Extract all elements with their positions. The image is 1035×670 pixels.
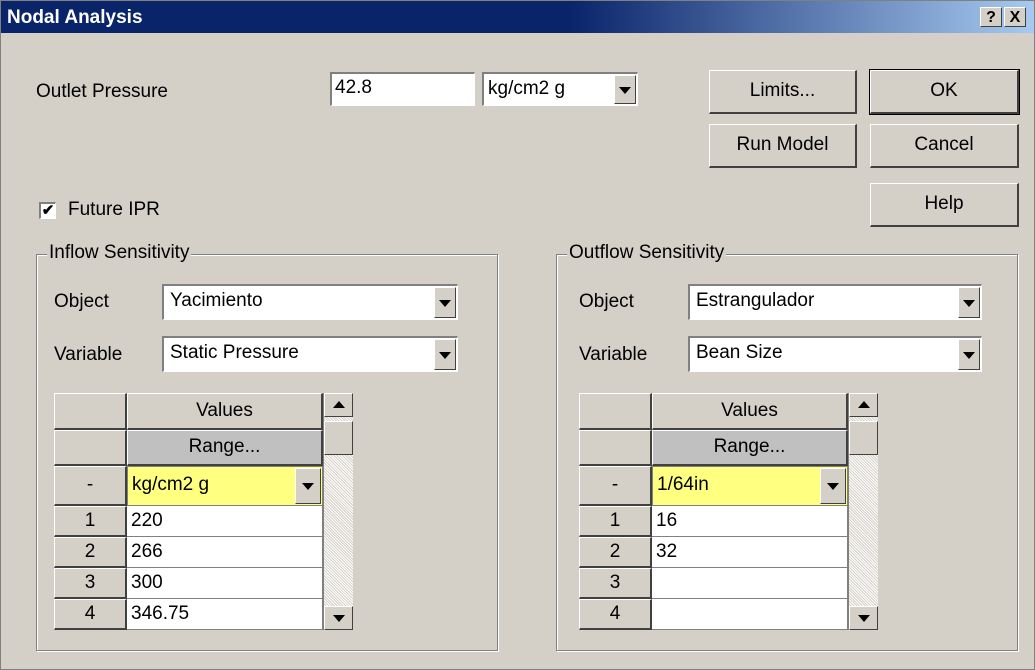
- inflow-unit-dropdown-button[interactable]: [295, 468, 321, 504]
- chevron-down-icon: [963, 299, 975, 307]
- row-number: 2: [579, 537, 652, 568]
- scroll-down-button[interactable]: [324, 606, 353, 630]
- values-column-header: Values: [652, 393, 848, 430]
- inflow-variable-select[interactable]: Static Pressure: [162, 336, 458, 372]
- chevron-down-icon: [439, 299, 451, 307]
- title-bar: Nodal Analysis ? X: [1, 1, 1034, 33]
- row-number: 1: [579, 506, 652, 537]
- outflow-object-select[interactable]: Estrangulador: [688, 284, 982, 320]
- ok-button[interactable]: OK: [869, 69, 1020, 115]
- inflow-variable-label: Variable: [54, 344, 123, 365]
- outlet-unit-value: kg/cm2 g: [488, 78, 566, 99]
- grid-row-header: [579, 430, 652, 466]
- inflow-value-cell[interactable]: 220: [127, 506, 323, 537]
- outflow-variable-dropdown-button[interactable]: [958, 339, 980, 370]
- inflow-variable-dropdown-button[interactable]: [434, 339, 456, 370]
- chevron-down-icon: [619, 86, 631, 94]
- row-number: 3: [579, 568, 652, 599]
- grid-corner-cell: [54, 393, 127, 430]
- outflow-unit-value: 1/64in: [657, 474, 709, 495]
- scroll-thumb[interactable]: [849, 421, 878, 455]
- outlet-pressure-input[interactable]: 42.8: [330, 72, 475, 106]
- help-title-button[interactable]: ?: [980, 7, 1002, 27]
- inflow-sensitivity-title: Inflow Sensitivity: [47, 242, 192, 264]
- chevron-down-icon: [827, 483, 839, 490]
- chevron-up-icon: [332, 401, 345, 408]
- run-model-button[interactable]: Run Model: [709, 124, 857, 168]
- scroll-down-button[interactable]: [849, 606, 878, 630]
- scroll-thumb[interactable]: [324, 421, 353, 455]
- row-number: 4: [579, 599, 652, 630]
- outlet-pressure-label: Outlet Pressure: [36, 81, 168, 102]
- nodal-analysis-dialog: Nodal Analysis ? X Outlet Pressure 42.8 …: [0, 0, 1035, 670]
- future-ipr-label: Future IPR: [68, 199, 160, 220]
- window-title: Nodal Analysis: [7, 7, 143, 28]
- inflow-value-cell[interactable]: 266: [127, 537, 323, 568]
- outflow-value-cell[interactable]: 32: [652, 537, 848, 568]
- outflow-range-button[interactable]: Range...: [652, 430, 848, 466]
- row-number: 1: [54, 506, 127, 537]
- outflow-value-cell[interactable]: [652, 599, 848, 630]
- outflow-unit-select[interactable]: 1/64in: [652, 466, 848, 506]
- inflow-unit-select[interactable]: kg/cm2 g: [127, 466, 323, 506]
- row-number: 4: [54, 599, 127, 630]
- outflow-unit-dropdown-button[interactable]: [820, 468, 846, 504]
- outflow-object-label: Object: [579, 291, 634, 312]
- row-number: 3: [54, 568, 127, 599]
- outflow-object-dropdown-button[interactable]: [958, 287, 980, 318]
- outflow-variable-value: Bean Size: [696, 342, 783, 363]
- cancel-button[interactable]: Cancel: [870, 124, 1019, 168]
- outflow-grid-scrollbar[interactable]: [848, 393, 878, 630]
- unit-row-header: -: [579, 466, 652, 506]
- inflow-unit-value: kg/cm2 g: [132, 474, 210, 495]
- inflow-object-value: Yacimiento: [170, 290, 263, 311]
- outflow-sensitivity-title: Outflow Sensitivity: [567, 242, 727, 264]
- outlet-unit-select[interactable]: kg/cm2 g: [482, 72, 638, 106]
- outflow-value-cell[interactable]: 16: [652, 506, 848, 537]
- chevron-down-icon: [302, 483, 314, 490]
- inflow-object-dropdown-button[interactable]: [434, 287, 456, 318]
- unit-row-header: -: [54, 466, 127, 506]
- values-column-header: Values: [127, 393, 323, 430]
- inflow-object-label: Object: [54, 291, 109, 312]
- limits-button[interactable]: Limits...: [709, 70, 857, 114]
- inflow-grid-scrollbar[interactable]: [323, 393, 353, 630]
- help-button[interactable]: Help: [870, 183, 1019, 227]
- scroll-up-button[interactable]: [324, 393, 353, 417]
- outflow-object-value: Estrangulador: [696, 290, 815, 311]
- outflow-variable-select[interactable]: Bean Size: [688, 336, 982, 372]
- future-ipr-checkbox[interactable]: ✔: [39, 202, 56, 219]
- scroll-up-button[interactable]: [849, 393, 878, 417]
- outlet-unit-dropdown-button[interactable]: [614, 75, 636, 104]
- grid-corner-cell: [579, 393, 652, 430]
- chevron-down-icon: [332, 615, 345, 622]
- grid-row-header: [54, 430, 127, 466]
- close-button[interactable]: X: [1004, 7, 1026, 27]
- chevron-up-icon: [857, 401, 870, 408]
- outflow-variable-label: Variable: [579, 344, 648, 365]
- chevron-down-icon: [439, 351, 451, 359]
- chevron-down-icon: [963, 351, 975, 359]
- inflow-object-select[interactable]: Yacimiento: [162, 284, 458, 320]
- inflow-value-cell[interactable]: 300: [127, 568, 323, 599]
- row-number: 2: [54, 537, 127, 568]
- inflow-range-button[interactable]: Range...: [127, 430, 323, 466]
- inflow-variable-value: Static Pressure: [170, 342, 299, 363]
- chevron-down-icon: [857, 615, 870, 622]
- inflow-value-cell[interactable]: 346.75: [127, 599, 323, 630]
- outflow-value-cell[interactable]: [652, 568, 848, 599]
